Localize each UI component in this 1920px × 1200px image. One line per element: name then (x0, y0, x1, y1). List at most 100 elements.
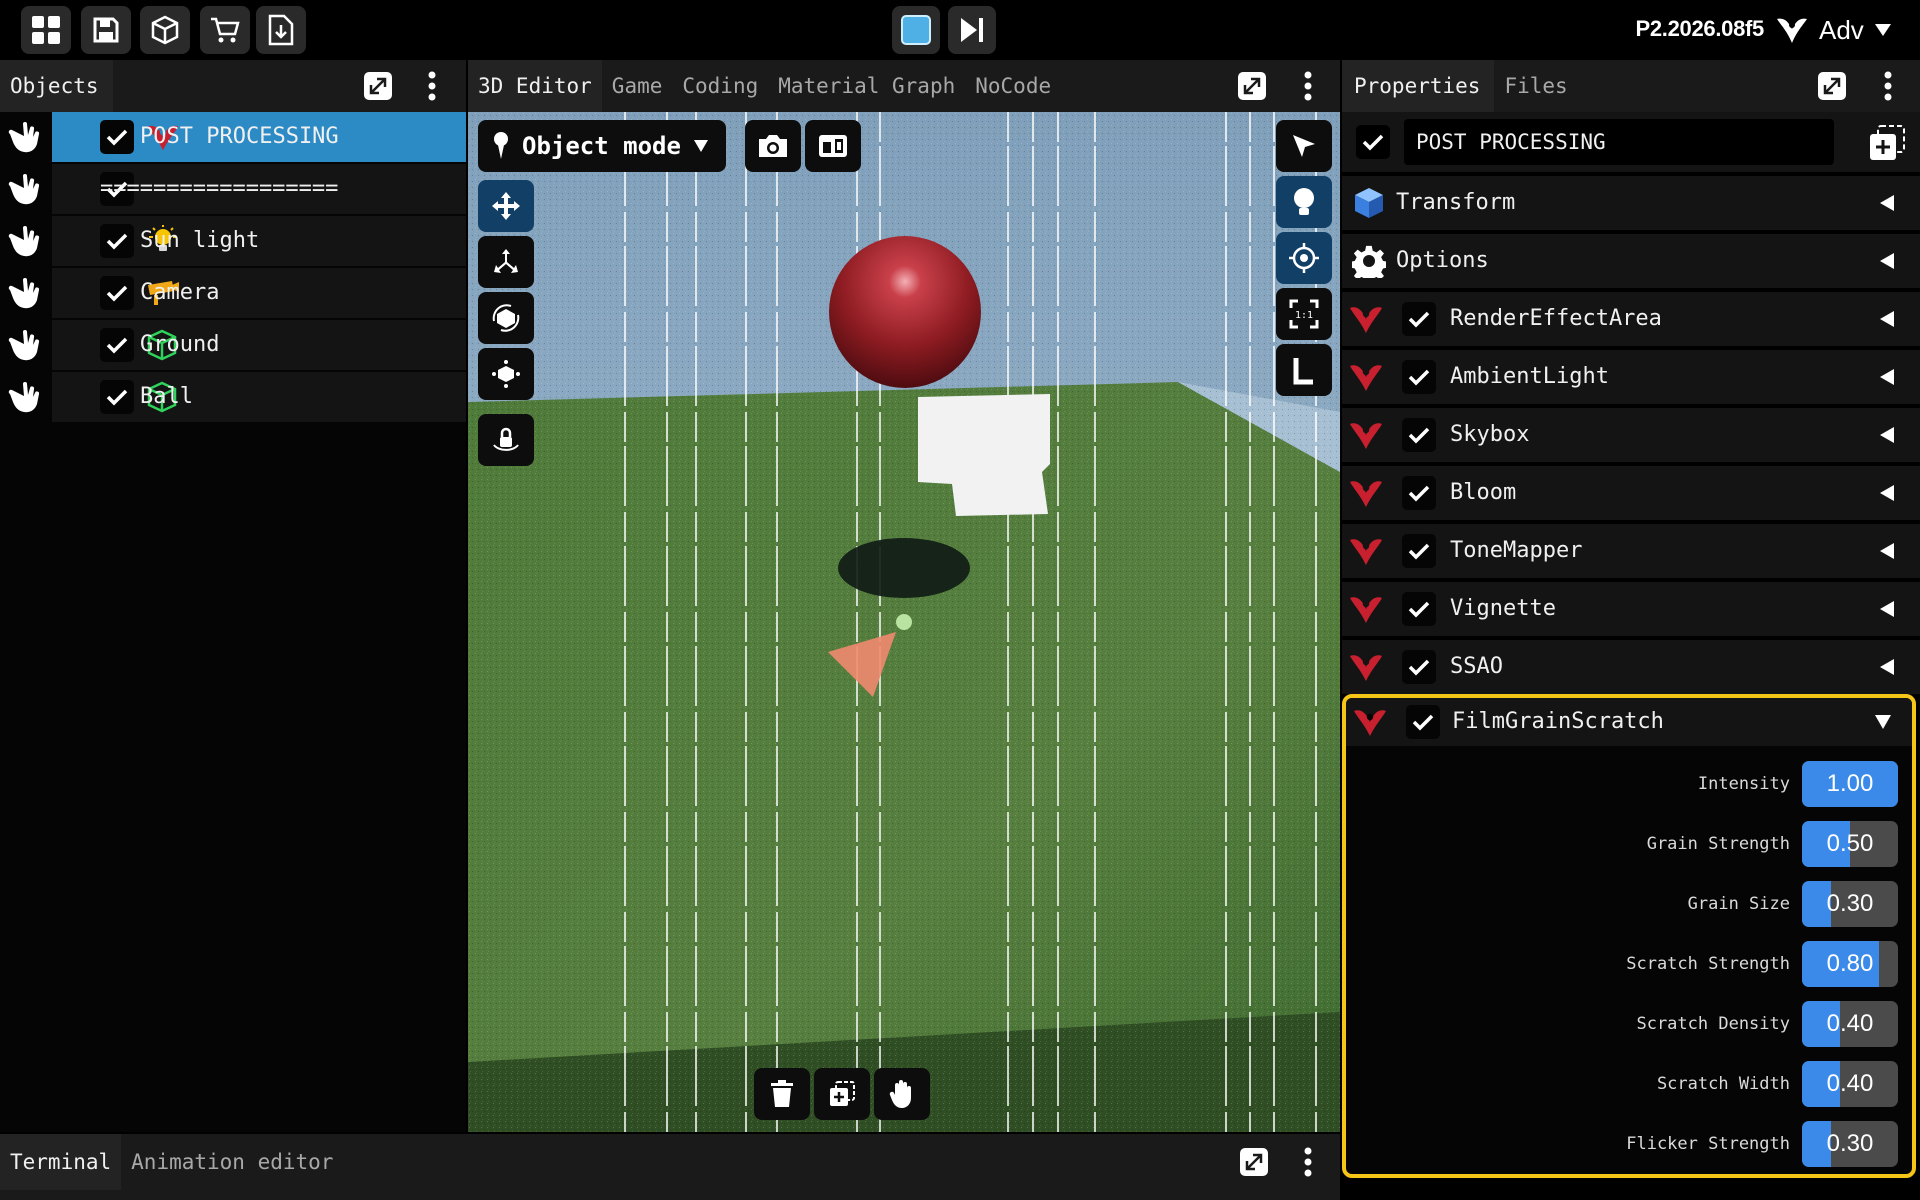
object-row[interactable]: Ball (0, 372, 466, 422)
select-pointer-button[interactable] (1276, 120, 1332, 172)
object-visible-checkbox[interactable] (100, 380, 134, 414)
value-slider[interactable]: 1.00 (1802, 761, 1898, 807)
value-slider[interactable]: 0.40 (1802, 1001, 1898, 1047)
value-slider[interactable]: 0.80 (1802, 941, 1898, 987)
component-enabled-checkbox[interactable] (1402, 418, 1436, 452)
maximize-icon[interactable] (1234, 68, 1270, 104)
fit-view-button[interactable]: 1:1 (1276, 288, 1332, 340)
more-options-icon[interactable] (1870, 68, 1906, 104)
object-enabled-checkbox[interactable] (1356, 125, 1390, 159)
value-slider[interactable]: 0.30 (1802, 881, 1898, 927)
3d-viewport[interactable]: Object mode 1:1 (468, 112, 1340, 1132)
camera-view-button[interactable] (805, 120, 861, 172)
tab-files[interactable]: Files (1494, 60, 1577, 112)
duplicate-object-button[interactable] (814, 1068, 870, 1120)
drag-handle-icon[interactable] (8, 276, 44, 312)
object-visible-checkbox[interactable] (100, 328, 134, 362)
drag-handle-icon[interactable] (8, 224, 44, 260)
object-row-body[interactable]: Ground (52, 320, 466, 370)
tab-objects[interactable]: Objects (0, 60, 113, 112)
download-icon[interactable] (256, 6, 306, 54)
post-processing-icon (1348, 477, 1384, 509)
maximize-icon[interactable] (360, 68, 396, 104)
object-row-body[interactable]: Camera (52, 268, 466, 318)
object-row[interactable]: POST PROCESSING (0, 112, 466, 162)
value-slider[interactable]: 0.50 (1802, 821, 1898, 867)
add-component-icon[interactable] (1868, 124, 1906, 162)
lock-rotation-button[interactable] (478, 414, 534, 466)
section-transform[interactable]: Transform (1342, 176, 1920, 230)
component-enabled-checkbox[interactable] (1402, 476, 1436, 510)
focus-target-button[interactable] (1276, 232, 1332, 284)
component-row[interactable]: Bloom (1342, 466, 1920, 520)
component-enabled-checkbox[interactable] (1402, 302, 1436, 336)
object-visible-checkbox[interactable] (100, 224, 134, 258)
mode-menu-button[interactable]: Adv (1775, 8, 1910, 52)
object-row-body[interactable]: ================== (52, 164, 466, 214)
local-space-button[interactable] (1276, 344, 1332, 396)
maximize-icon[interactable] (1814, 68, 1850, 104)
save-icon[interactable] (81, 6, 131, 54)
collapse-arrow-icon (1880, 427, 1894, 443)
stop-button[interactable] (892, 6, 940, 54)
move-tool-button[interactable] (478, 180, 534, 232)
post-processing-icon (1352, 706, 1388, 738)
component-row[interactable]: Skybox (1342, 408, 1920, 462)
drag-handle-icon[interactable] (8, 380, 44, 416)
object-mode-dropdown[interactable]: Object mode (478, 120, 726, 172)
drag-handle-icon[interactable] (8, 328, 44, 364)
drag-handle-icon[interactable] (8, 120, 44, 156)
component-enabled-checkbox[interactable] (1402, 650, 1436, 684)
object-name-field[interactable]: POST PROCESSING (1404, 119, 1834, 165)
maximize-icon[interactable] (1236, 1144, 1272, 1180)
tab-game[interactable]: Game (602, 60, 673, 112)
object-row-body[interactable]: POST PROCESSING (52, 112, 466, 162)
tab-material-graph[interactable]: Material Graph (768, 60, 965, 112)
object-row-body[interactable]: Ball (52, 372, 466, 422)
slider-value: 0.30 (1826, 890, 1874, 917)
component-row[interactable]: AmbientLight (1342, 350, 1920, 404)
component-row[interactable]: RenderEffectArea (1342, 292, 1920, 346)
step-forward-button[interactable] (948, 6, 996, 54)
tab-nocode[interactable]: NoCode (965, 60, 1061, 112)
film-grain-scratch-enabled-checkbox[interactable] (1406, 705, 1440, 739)
tab-coding[interactable]: Coding (672, 60, 768, 112)
object-row-body[interactable]: Sun light (52, 216, 466, 266)
drag-handle-icon[interactable] (8, 172, 44, 208)
object-row[interactable]: Ground (0, 320, 466, 370)
version-label: P2.2026.08f5 (1635, 16, 1764, 41)
section-options[interactable]: Options (1342, 234, 1920, 288)
cube-icon[interactable] (140, 6, 190, 54)
scale-tool-button[interactable] (478, 236, 534, 288)
tab-3d-editor[interactable]: 3D Editor (468, 60, 602, 112)
delete-object-button[interactable] (754, 1068, 810, 1120)
tab-properties[interactable]: Properties (1342, 60, 1495, 112)
value-slider[interactable]: 0.40 (1802, 1061, 1898, 1107)
transform-tool-button[interactable] (478, 348, 534, 400)
component-row[interactable]: Vignette (1342, 582, 1920, 636)
object-row[interactable]: Sun light (0, 216, 466, 266)
object-row[interactable]: ================== (0, 164, 466, 214)
component-enabled-checkbox[interactable] (1402, 534, 1436, 568)
more-options-icon[interactable] (1290, 1144, 1326, 1180)
component-row[interactable]: SSAO (1342, 640, 1920, 694)
value-slider[interactable]: 0.30 (1802, 1121, 1898, 1167)
component-enabled-checkbox[interactable] (1402, 360, 1436, 394)
object-visible-checkbox[interactable] (100, 276, 134, 310)
camera-snapshot-button[interactable] (745, 120, 801, 172)
object-row[interactable]: Camera (0, 268, 466, 318)
grid-icon[interactable] (21, 6, 71, 54)
tab-animation-editor[interactable]: Animation editor (121, 1134, 343, 1190)
rotate-tool-button[interactable] (478, 292, 534, 344)
tab-terminal[interactable]: Terminal (0, 1134, 122, 1190)
object-visible-checkbox[interactable] (100, 120, 134, 154)
cart-icon[interactable] (200, 6, 250, 54)
more-options-icon[interactable] (1290, 68, 1326, 104)
component-row[interactable]: ToneMapper (1342, 524, 1920, 578)
collapse-arrow-icon (1880, 485, 1894, 501)
more-options-icon[interactable] (414, 68, 450, 104)
film-grain-scratch-header[interactable]: FilmGrainScratch (1346, 698, 1912, 746)
component-enabled-checkbox[interactable] (1402, 592, 1436, 626)
pan-hand-button[interactable] (874, 1068, 930, 1120)
light-toggle-button[interactable] (1276, 176, 1332, 228)
